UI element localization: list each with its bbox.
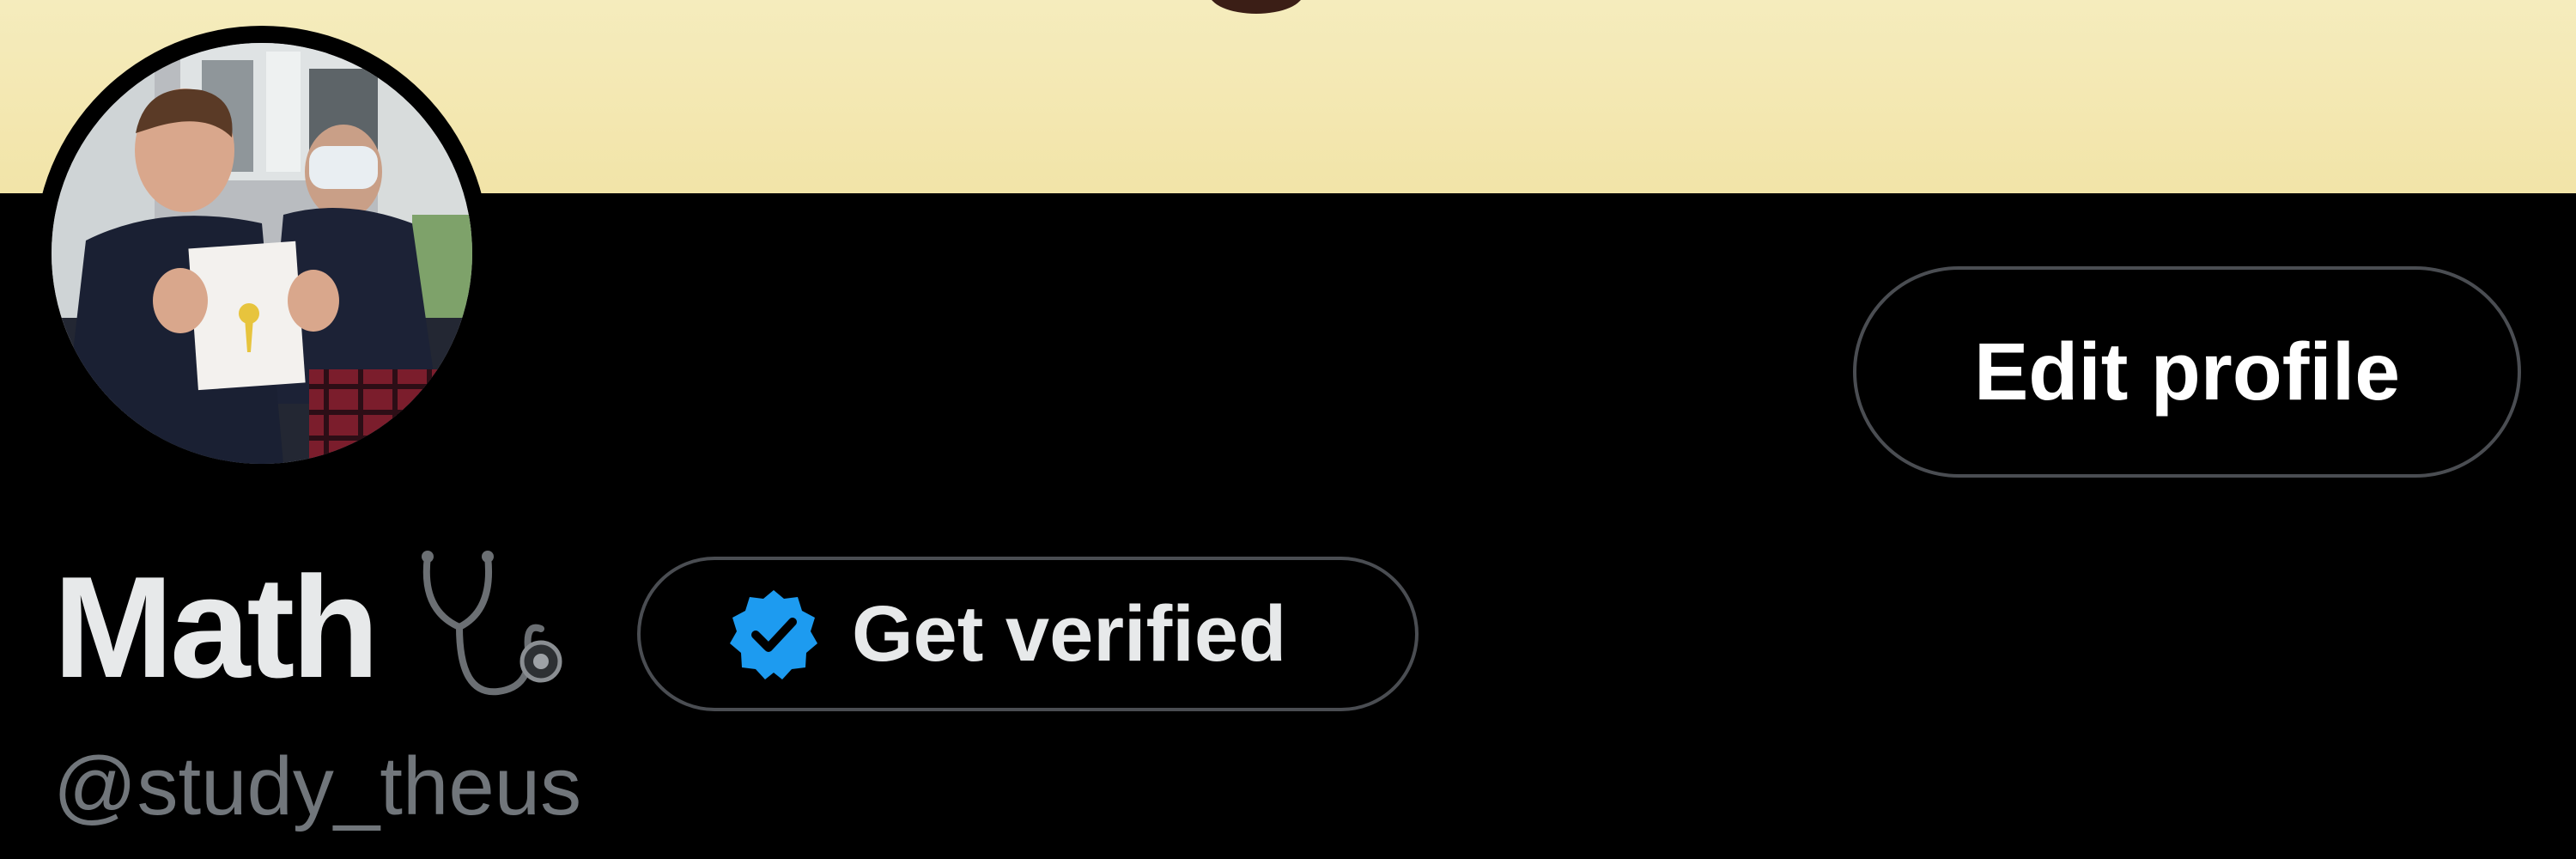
profile-display-name: Math — [53, 546, 380, 708]
stethoscope-icon — [422, 551, 562, 696]
edit-profile-label: Edit profile — [1973, 326, 2401, 417]
avatar-photo — [52, 43, 472, 464]
get-verified-label: Get verified — [852, 589, 1287, 678]
handle-text: @study_theus — [53, 740, 582, 832]
get-verified-button[interactable]: Get verified — [637, 557, 1419, 711]
profile-handle: @study_theus — [53, 746, 581, 828]
verified-badge-icon — [730, 590, 817, 679]
display-name-text: Math — [53, 545, 380, 708]
edit-profile-button[interactable]: Edit profile — [1853, 266, 2521, 478]
profile-avatar[interactable] — [34, 26, 489, 481]
banner-image-fragment — [1209, 0, 1303, 14]
profile-page: Edit profile Math Get verified @study_th… — [0, 0, 2576, 859]
